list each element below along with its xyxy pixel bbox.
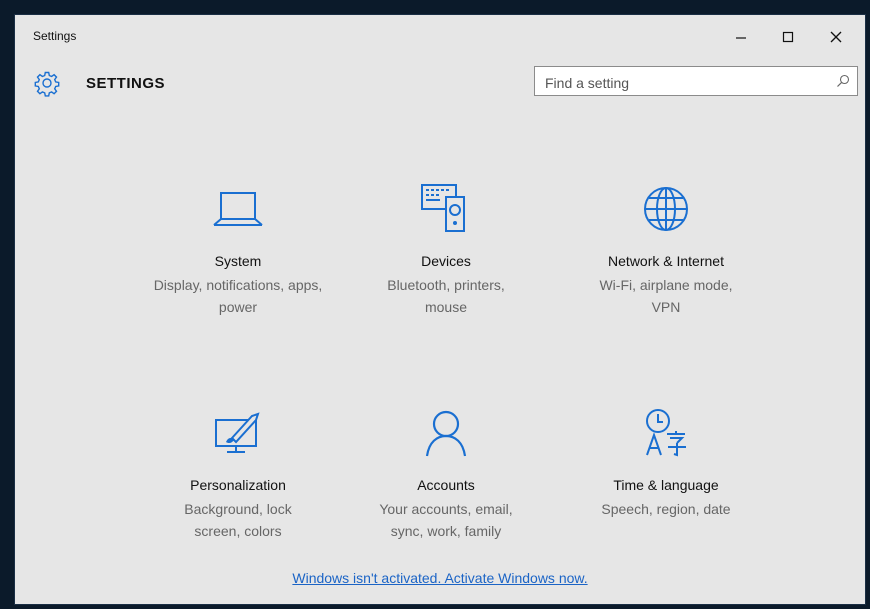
tile-description: Your accounts, email, sync, work, family xyxy=(379,501,513,539)
tile-description: Background, lock screen, colors xyxy=(184,501,292,539)
title-bar[interactable]: Settings xyxy=(15,15,865,59)
maximize-icon xyxy=(782,31,794,43)
activation-notice: Windows isn't activated. Activate Window… xyxy=(15,570,865,586)
tile-description: Bluetooth, printers, mouse xyxy=(387,277,505,315)
close-icon xyxy=(830,31,842,43)
tile-description: Wi-Fi, airplane mode, VPN xyxy=(599,277,733,315)
minimize-button[interactable] xyxy=(718,21,764,53)
page-title: SETTINGS xyxy=(86,75,166,92)
search-input[interactable] xyxy=(543,72,827,94)
tile-title: Devices xyxy=(421,253,471,269)
tile-time-language[interactable]: Time & language Speech, region, date xyxy=(576,405,756,565)
time-language-icon xyxy=(636,405,696,461)
maximize-button[interactable] xyxy=(765,21,811,53)
tile-personalization[interactable]: Personalization Background, lock screen,… xyxy=(148,405,328,565)
activate-windows-link[interactable]: Windows isn't activated. Activate Window… xyxy=(292,570,587,586)
search-icon[interactable] xyxy=(836,74,850,88)
personalization-icon xyxy=(208,405,268,461)
tile-title: Time & language xyxy=(613,477,719,493)
tile-description: Display, notifications, apps, power xyxy=(153,277,323,315)
tile-title: System xyxy=(214,253,262,269)
search-box[interactable] xyxy=(534,66,858,96)
settings-window: Settings SETTINGS Find a setting System … xyxy=(14,14,866,605)
laptop-icon xyxy=(208,181,268,237)
tile-devices[interactable]: Devices Bluetooth, printers, mouse xyxy=(356,181,536,341)
tile-system[interactable]: System Display, notifications, apps, pow… xyxy=(148,181,328,341)
tile-title: Accounts xyxy=(417,477,475,493)
window-title: Settings xyxy=(33,29,77,43)
globe-icon xyxy=(636,181,696,237)
settings-header: SETTINGS xyxy=(15,61,865,103)
devices-icon xyxy=(416,181,476,237)
close-button[interactable] xyxy=(813,21,859,53)
tile-description: Speech, region, date xyxy=(601,501,731,517)
person-icon xyxy=(416,405,476,461)
minimize-icon xyxy=(736,37,746,39)
tile-accounts[interactable]: Accounts Your accounts, email, sync, wor… xyxy=(356,405,536,565)
gear-icon xyxy=(34,71,60,97)
tile-title: Personalization xyxy=(190,477,286,493)
tile-title: Network & Internet xyxy=(608,253,724,269)
tile-network[interactable]: Network & Internet Wi-Fi, airplane mode,… xyxy=(576,181,756,341)
